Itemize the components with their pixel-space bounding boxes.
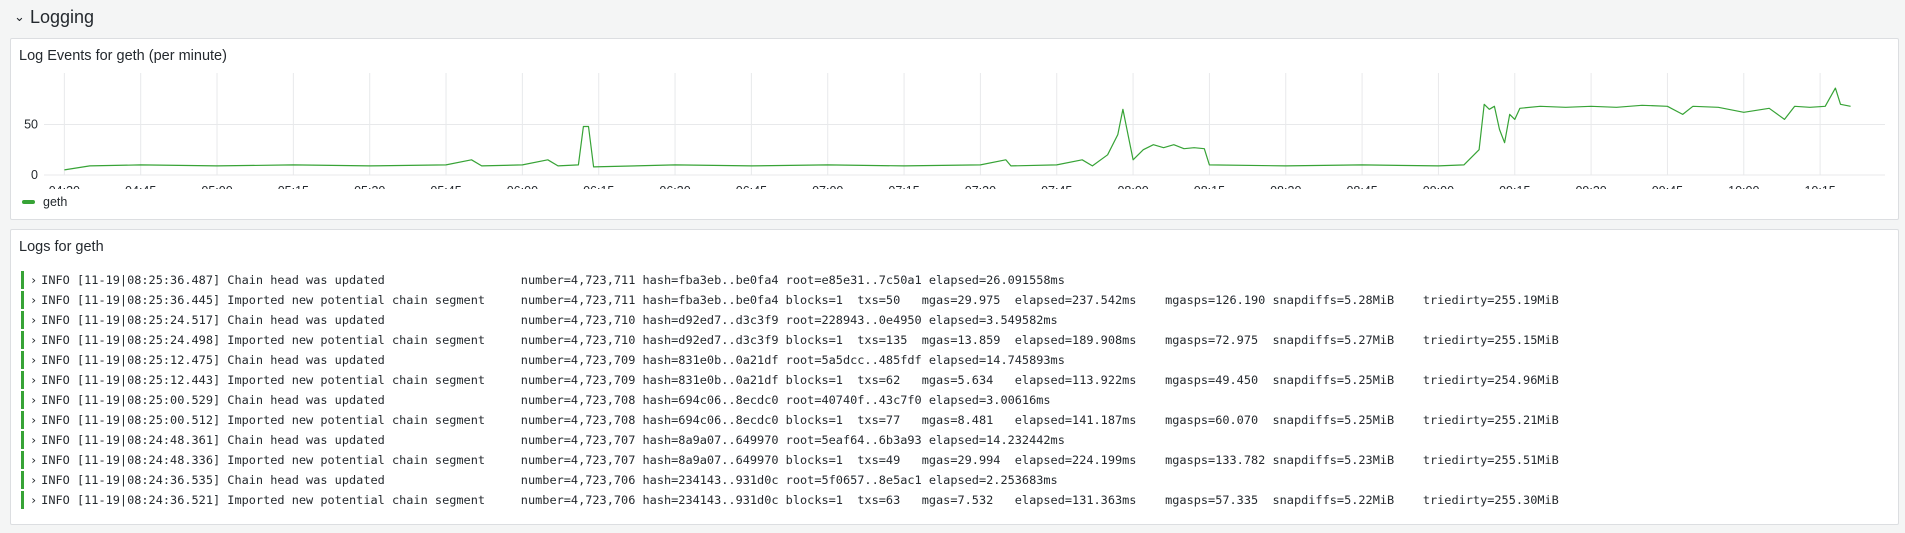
log-events-chart[interactable]: 04:30 04:45 05:00 05:15 05:30 05:45 06:00 06:15… — [11, 39, 1900, 189]
log-line-text: INFO [11-19|08:25:24.517] Chain head was… — [41, 313, 1058, 327]
log-line-text: INFO [11-19|08:25:00.512] Imported new p… — [41, 413, 1559, 427]
x-tick-label: 07:30 — [965, 184, 996, 189]
log-line[interactable]: › INFO [11-19|08:25:36.487] Chain head wa… — [21, 270, 1898, 290]
x-tick-label: 06:45 — [736, 184, 767, 189]
x-tick-label: 08:15 — [1194, 184, 1225, 189]
chevron-right-icon[interactable]: › — [30, 313, 37, 327]
log-line[interactable]: › INFO [11-19|08:24:36.535] Chain head wa… — [21, 470, 1898, 490]
x-tick-label: 08:45 — [1346, 184, 1377, 189]
x-tick-label: 06:00 — [507, 184, 538, 189]
x-tick-label: 05:30 — [354, 184, 385, 189]
log-level-indicator — [21, 491, 24, 509]
log-level-indicator — [21, 471, 24, 489]
chevron-right-icon[interactable]: › — [30, 273, 37, 287]
log-level-indicator — [21, 271, 24, 289]
chevron-right-icon[interactable]: › — [30, 373, 37, 387]
chevron-right-icon[interactable]: › — [30, 473, 37, 487]
x-tick-label: 10:00 — [1728, 184, 1759, 189]
log-level-indicator — [21, 391, 24, 409]
row-title: Logging — [30, 6, 95, 27]
y-tick-label: 50 — [24, 117, 38, 131]
x-tick-label: 08:30 — [1270, 184, 1301, 189]
x-tick-label: 09:30 — [1575, 184, 1606, 189]
chevron-right-icon[interactable]: › — [30, 433, 37, 447]
x-tick-label: 07:15 — [888, 184, 919, 189]
log-level-indicator — [21, 351, 24, 369]
chevron-right-icon[interactable]: › — [30, 353, 37, 367]
log-line[interactable]: › INFO [11-19|08:24:48.336] Imported new … — [21, 450, 1898, 470]
log-line[interactable]: › INFO [11-19|08:24:36.521] Imported new … — [21, 490, 1898, 510]
x-tick-label: 09:15 — [1499, 184, 1530, 189]
chevron-right-icon[interactable]: › — [30, 393, 37, 407]
log-line[interactable]: › INFO [11-19|08:25:36.445] Imported new … — [21, 290, 1898, 310]
log-level-indicator — [21, 291, 24, 309]
log-line-text: INFO [11-19|08:25:00.529] Chain head was… — [41, 393, 1051, 407]
chevron-right-icon[interactable]: › — [30, 453, 37, 467]
log-level-indicator — [21, 411, 24, 429]
log-line[interactable]: › INFO [11-19|08:25:00.512] Imported new … — [21, 410, 1898, 430]
x-tick-label: 07:00 — [812, 184, 843, 189]
x-tick-label: 06:30 — [659, 184, 690, 189]
chart-legend: geth — [22, 195, 67, 209]
log-level-indicator — [21, 451, 24, 469]
chevron-right-icon[interactable]: › — [30, 293, 37, 307]
log-line-text: INFO [11-19|08:25:12.443] Imported new p… — [41, 373, 1559, 387]
chevron-right-icon[interactable]: › — [30, 493, 37, 507]
chevron-down-icon[interactable]: ⌄ — [14, 9, 26, 25]
x-tick-label: 04:45 — [125, 184, 156, 189]
x-tick-label: 09:45 — [1652, 184, 1683, 189]
log-lines: › INFO [11-19|08:25:36.487] Chain head wa… — [21, 270, 1898, 510]
log-line-text: INFO [11-19|08:25:24.498] Imported new p… — [41, 333, 1559, 347]
x-tick-label: 08:00 — [1117, 184, 1148, 189]
log-line[interactable]: › INFO [11-19|08:25:12.443] Imported new … — [21, 370, 1898, 390]
log-line-text: INFO [11-19|08:25:36.487] Chain head was… — [41, 273, 1065, 287]
x-tick-label: 05:15 — [278, 184, 309, 189]
log-line[interactable]: › INFO [11-19|08:25:00.529] Chain head wa… — [21, 390, 1898, 410]
log-line-text: INFO [11-19|08:24:48.361] Chain head was… — [41, 433, 1065, 447]
log-line-text: INFO [11-19|08:25:12.475] Chain head was… — [41, 353, 1065, 367]
chevron-right-icon[interactable]: › — [30, 333, 37, 347]
x-tick-label: 04:30 — [49, 184, 80, 189]
series-line-geth[interactable] — [64, 87, 1851, 171]
legend-color-swatch[interactable] — [22, 200, 35, 204]
log-level-indicator — [21, 431, 24, 449]
row-header-logging[interactable]: ⌄ Logging — [14, 4, 94, 30]
y-tick-label: 0 — [31, 168, 38, 182]
log-line-text: INFO [11-19|08:24:36.535] Chain head was… — [41, 473, 1058, 487]
legend-label[interactable]: geth — [43, 195, 67, 209]
log-line[interactable]: › INFO [11-19|08:25:24.517] Chain head wa… — [21, 310, 1898, 330]
log-line[interactable]: › INFO [11-19|08:25:12.475] Chain head wa… — [21, 350, 1898, 370]
log-level-indicator — [21, 371, 24, 389]
log-line[interactable]: › INFO [11-19|08:24:48.361] Chain head wa… — [21, 430, 1898, 450]
x-tick-label: 07:45 — [1041, 184, 1072, 189]
log-level-indicator — [21, 311, 24, 329]
logs-panel: Logs for geth › INFO [11-19|08:25:36.487]… — [10, 229, 1899, 525]
x-tick-label: 05:45 — [430, 184, 461, 189]
log-line-text: INFO [11-19|08:25:36.445] Imported new p… — [41, 293, 1559, 307]
log-level-indicator — [21, 331, 24, 349]
log-line[interactable]: › INFO [11-19|08:25:24.498] Imported new … — [21, 330, 1898, 350]
x-tick-label: 09:00 — [1423, 184, 1454, 189]
x-tick-label: 10:15 — [1804, 184, 1835, 189]
panel-title[interactable]: Logs for geth — [19, 239, 104, 255]
log-events-chart-panel: Log Events for geth (per minute) 04:3004… — [10, 38, 1899, 220]
x-tick-label: 06:15 — [583, 184, 614, 189]
chevron-right-icon[interactable]: › — [30, 413, 37, 427]
log-line-text: INFO [11-19|08:24:36.521] Imported new p… — [41, 493, 1559, 507]
x-tick-label: 05:00 — [201, 184, 232, 189]
log-line-text: INFO [11-19|08:24:48.336] Imported new p… — [41, 453, 1559, 467]
